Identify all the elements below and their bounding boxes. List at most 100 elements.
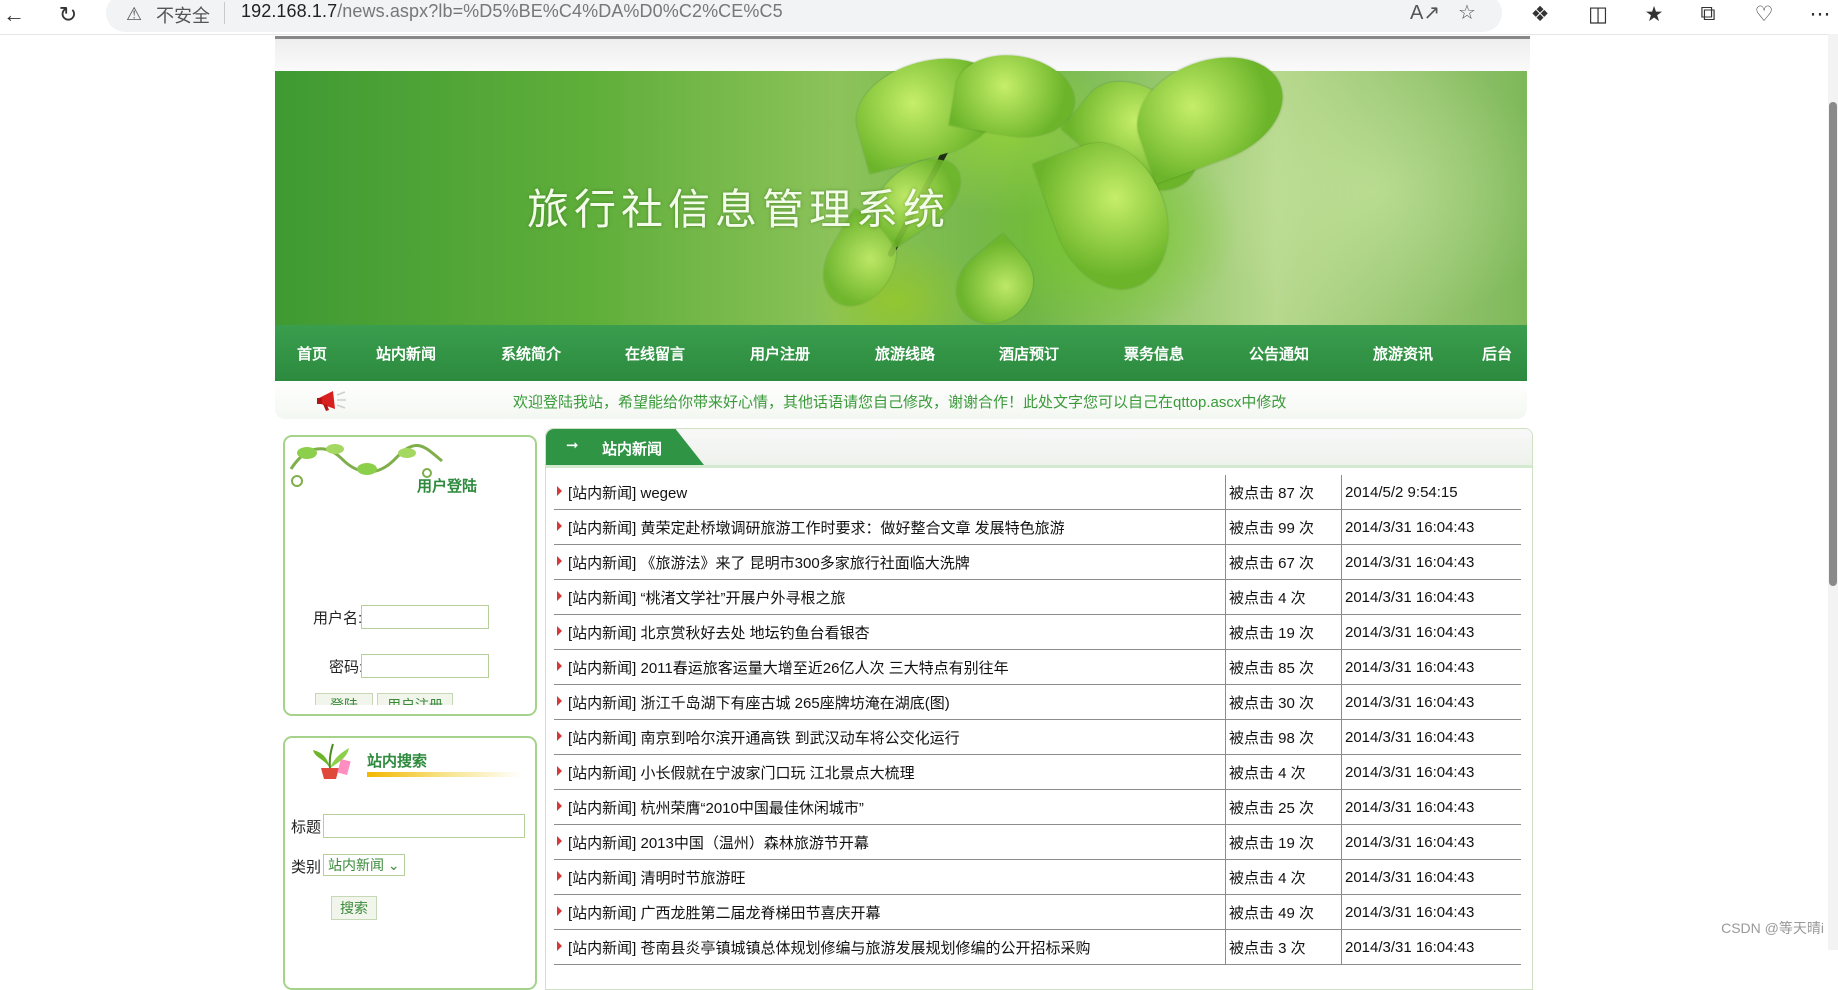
menu-item-home[interactable]: 首页 xyxy=(297,343,327,364)
top-strip xyxy=(275,36,1530,71)
back-arrow-icon[interactable]: ← xyxy=(0,2,28,30)
news-title-link[interactable]: [站内新闻] 小长假就在宁波家门口玩 江北景点大梳理 xyxy=(568,765,915,782)
news-title-link[interactable]: [站内新闻] wegew xyxy=(568,485,687,502)
menu-item-news[interactable]: 站内新闻 xyxy=(376,343,436,364)
news-clicks-cell: 被点击 98 次 xyxy=(1225,719,1342,755)
news-date-cell: 2014/3/31 16:04:43 xyxy=(1341,544,1521,580)
login-box: 用户登陆 用户名: 密码: 登陆 用户注册 xyxy=(283,435,537,716)
news-title-link[interactable]: [站内新闻] “桃渚文学社”开展户外寻根之旅 xyxy=(568,590,846,607)
table-row: [站内新闻] 《旅游法》来了 昆明市300多家旅行社面临大洗牌 被点击 67 次2… xyxy=(554,544,1521,580)
menu-item-tickets[interactable]: 票务信息 xyxy=(1124,343,1184,364)
table-row: [站内新闻] 广西龙胜第二届龙脊梯田节喜庆开幕 被点击 49 次 2014/3/31… xyxy=(554,894,1521,930)
news-title-cell: [站内新闻] 清明时节旅游旺 xyxy=(554,859,1226,895)
news-title-link[interactable]: [站内新闻] 2013中国（温州）森林旅游节开幕 xyxy=(568,835,869,852)
news-title-link[interactable]: [站内新闻] 浙江千岛湖下有座古城 265座牌坊淹在湖底(图) xyxy=(568,695,950,712)
title-label: 标题 xyxy=(291,819,322,836)
page-content: 旅行社信息管理系统 首页 站内新闻 系统简介 在线留言 用户注册 旅游线路 酒店… xyxy=(275,36,1533,990)
bullet-triangle-icon xyxy=(557,906,562,916)
news-title-link[interactable]: [站内新闻] 2011春运旅客运量大增至近26亿人次 三大特点有别往年 xyxy=(568,660,1009,677)
news-title-cell: [站内新闻] wegew xyxy=(554,475,1226,510)
category-label: 类别 xyxy=(291,859,322,876)
scrollbar[interactable] xyxy=(1828,34,1838,950)
password-input[interactable] xyxy=(361,654,489,678)
menu-item-admin[interactable]: 后台 xyxy=(1482,343,1512,364)
news-title-cell: [站内新闻] “桃渚文学社”开展户外寻根之旅 xyxy=(554,579,1226,615)
watermark: CSDN @等天晴i xyxy=(1721,920,1824,936)
title-search-input[interactable] xyxy=(323,814,525,838)
news-table-body: [站内新闻] wegew 被点击 87 次 2014/5/2 9:54:15 [站内新… xyxy=(554,475,1521,965)
news-title-link[interactable]: [站内新闻] 《旅游法》来了 昆明市300多家旅行社面临大洗牌 xyxy=(568,555,970,572)
favorite-star-icon[interactable]: ☆ xyxy=(1458,0,1476,25)
bullet-triangle-icon xyxy=(557,626,562,636)
news-title-cell: [站内新闻] 2013中国（温州）森林旅游节开幕 xyxy=(554,824,1226,860)
bullet-triangle-icon xyxy=(557,871,562,881)
menu-item-hotel[interactable]: 酒店预订 xyxy=(999,343,1059,364)
warning-icon[interactable]: ⚠ xyxy=(126,4,142,25)
bullet-triangle-icon xyxy=(557,801,562,811)
username-input[interactable] xyxy=(361,605,489,629)
security-label[interactable]: 不安全 xyxy=(156,2,210,28)
menu-item-routes[interactable]: 旅游线路 xyxy=(875,343,935,364)
search-button[interactable]: 搜索 xyxy=(331,896,377,920)
news-title-cell: [站内新闻] 杭州荣膺“2010中国最佳休闲城市” xyxy=(554,789,1226,825)
news-title-link[interactable]: [站内新闻] 杭州荣膺“2010中国最佳休闲城市” xyxy=(568,800,864,817)
news-title-cell: [站内新闻] 南京到哈尔滨开通高铁 到武汉动车将公交化运行 xyxy=(554,719,1226,755)
news-tab-bar: ➞ 站内新闻 xyxy=(546,429,1532,468)
news-title-link[interactable]: [站内新闻] 苍南县炎亭镇城镇总体规划修编与旅游发展规划修编的公开招标采购 xyxy=(568,940,1091,957)
menu-item-register[interactable]: 用户注册 xyxy=(750,343,810,364)
address-separator xyxy=(224,2,225,24)
news-date-cell: 2014/3/31 16:04:43 xyxy=(1341,614,1521,650)
more-icon[interactable]: ⋯ xyxy=(1806,2,1834,27)
bullet-triangle-icon xyxy=(557,556,562,566)
address-bar[interactable]: ⚠ 不安全 192.168.1.7/news.aspx?lb=%D5%BE%C4… xyxy=(106,0,1502,32)
news-clicks-cell: 被点击 85 次 xyxy=(1225,649,1342,685)
category-select[interactable]: 站内新闻 ⌄ xyxy=(323,854,405,876)
browser-essentials-icon[interactable]: ♡ xyxy=(1750,2,1778,27)
table-row: [站内新闻] “桃渚文学社”开展户外寻根之旅 被点击 4 次 2014/3/31 1… xyxy=(554,579,1521,615)
menu-item-intro[interactable]: 系统简介 xyxy=(501,343,561,364)
split-screen-icon[interactable]: ◫ xyxy=(1584,2,1612,27)
register-button[interactable]: 用户注册 xyxy=(377,693,453,705)
table-row: [站内新闻] 2011春运旅客运量大增至近26亿人次 三大特点有别往年 被点击 8… xyxy=(554,649,1521,685)
menu-item-announcements[interactable]: 公告通知 xyxy=(1249,343,1309,364)
tab-news[interactable]: ➞ 站内新闻 xyxy=(546,429,704,465)
collections-icon[interactable]: ⧉ xyxy=(1694,2,1722,26)
news-clicks-cell: 被点击 3 次 xyxy=(1225,929,1342,965)
url-text[interactable]: 192.168.1.7/news.aspx?lb=%D5%BE%C4%DA%D0… xyxy=(241,1,783,22)
search-title: 站内搜索 xyxy=(367,753,428,770)
plant-pot-icon xyxy=(313,743,351,779)
menu-item-guestbook[interactable]: 在线留言 xyxy=(625,343,685,364)
news-title-link[interactable]: [站内新闻] 黄荣定赴桥墩调研旅游工作时要求：做好整合文章 发展特色旅游 xyxy=(568,520,1065,537)
table-row: [站内新闻] 浙江千岛湖下有座古城 265座牌坊淹在湖底(图) 被点击 30 次2… xyxy=(554,684,1521,720)
news-title-link[interactable]: [站内新闻] 广西龙胜第二届龙脊梯田节喜庆开幕 xyxy=(568,905,881,922)
news-clicks-cell: 被点击 19 次 xyxy=(1225,614,1342,650)
menu-item-travel-info[interactable]: 旅游资讯 xyxy=(1373,343,1433,364)
site-title: 旅行社信息管理系统 xyxy=(527,188,951,234)
bullet-triangle-icon xyxy=(557,591,562,601)
news-clicks-cell: 被点击 87 次 xyxy=(1225,475,1342,510)
news-title-link[interactable]: [站内新闻] 清明时节旅游旺 xyxy=(568,870,746,887)
table-row: [站内新闻] 杭州荣膺“2010中国最佳休闲城市” 被点击 25 次 2014/3/… xyxy=(554,789,1521,825)
news-date-cell: 2014/5/2 9:54:15 xyxy=(1341,475,1521,510)
scrollbar-thumb[interactable] xyxy=(1829,102,1837,586)
category-select-value: 站内新闻 xyxy=(328,857,384,873)
read-aloud-icon[interactable]: A↗ xyxy=(1410,0,1440,25)
login-button[interactable]: 登陆 xyxy=(315,693,373,705)
news-clicks-cell: 被点击 67 次 xyxy=(1225,544,1342,580)
bullet-triangle-icon xyxy=(557,766,562,776)
tab-news-label: 站内新闻 xyxy=(602,441,663,458)
notice-bar: 欢迎登陆我站，希望能给你带来好心情，其他话语请您自己修改，谢谢合作！此处文字您可… xyxy=(275,381,1527,419)
refresh-icon[interactable]: ↻ xyxy=(54,2,82,30)
news-date-cell: 2014/3/31 16:04:43 xyxy=(1341,579,1521,615)
news-title-link[interactable]: [站内新闻] 北京赏秋好去处 地坛钓鱼台看银杏 xyxy=(568,625,870,642)
extensions-icon[interactable]: ❖ xyxy=(1526,2,1554,27)
news-date-cell: 2014/3/31 16:04:43 xyxy=(1341,929,1521,965)
news-clicks-cell: 被点击 49 次 xyxy=(1225,894,1342,930)
url-path: /news.aspx?lb=%D5%BE%C4%DA%D0%C2%CE%C5 xyxy=(337,1,783,21)
news-clicks-cell: 被点击 4 次 xyxy=(1225,754,1342,790)
news-date-cell: 2014/3/31 16:04:43 xyxy=(1341,789,1521,825)
notice-text: 欢迎登陆我站，希望能给你带来好心情，其他话语请您自己修改，谢谢合作！此处文字您可… xyxy=(513,394,1287,411)
password-label: 密码: xyxy=(329,659,364,676)
favorites-list-icon[interactable]: ★ xyxy=(1640,2,1668,27)
news-title-link[interactable]: [站内新闻] 南京到哈尔滨开通高铁 到武汉动车将公交化运行 xyxy=(568,730,960,747)
